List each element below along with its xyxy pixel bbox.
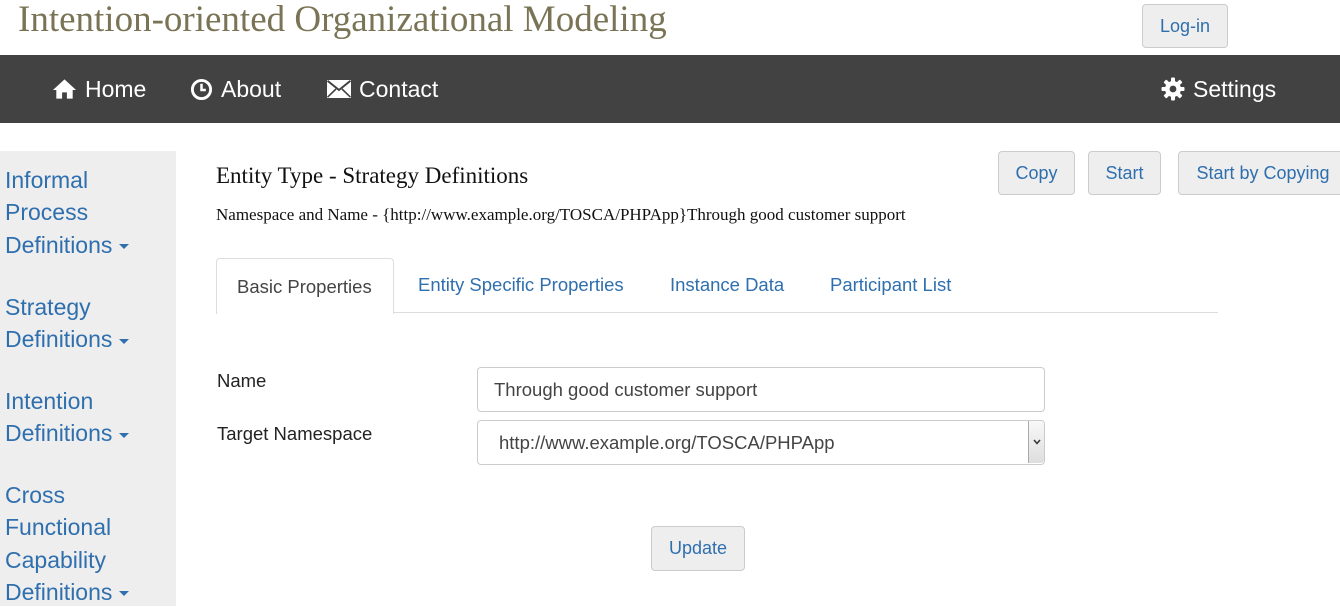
namespace-and-name: Namespace and Name - {http://www.example…: [216, 205, 906, 224]
chevron-down-icon: [119, 338, 130, 344]
home-icon: [52, 79, 77, 99]
tab-entity-specific-properties[interactable]: Entity Specific Properties: [418, 258, 624, 312]
page-title: Entity Type - Strategy Definitions: [216, 163, 529, 188]
gear-icon: [1161, 77, 1185, 101]
tab-participant-list[interactable]: Participant List: [830, 258, 951, 312]
chevron-down-icon: [119, 432, 130, 438]
nav-settings-label: Settings: [1193, 75, 1277, 102]
nav-about-label: About: [221, 75, 282, 102]
sidebar-item-informal-process-definitions[interactable]: Informal Process Definitions: [5, 164, 130, 261]
target-namespace-select[interactable]: http://www.example.org/TOSCA/PHPApp: [477, 420, 1045, 465]
sidebar-item-label: Definitions: [5, 420, 113, 447]
sidebar-item-cross-functional-capability-definitions[interactable]: Cross Functional Capability Definitions: [5, 479, 130, 608]
chevron-down-icon: [119, 244, 130, 250]
envelope-icon: [327, 80, 351, 98]
start-by-copying-button[interactable]: Start by Copying: [1178, 151, 1340, 195]
nav-contact-label: Contact: [359, 75, 439, 102]
sidebar-item-label: Functional: [5, 514, 112, 541]
tab-instance-data[interactable]: Instance Data: [670, 258, 784, 312]
target-namespace-value: http://www.example.org/TOSCA/PHPApp: [499, 431, 835, 453]
name-input[interactable]: Through good customer support: [477, 367, 1045, 412]
sidebar: Informal Process Definitions Strategy De…: [0, 151, 176, 606]
sidebar-item-label: Informal: [5, 167, 89, 193]
sidebar-item-label: Process: [5, 199, 89, 226]
target-namespace-label: Target Namespace: [217, 423, 373, 444]
nav-home[interactable]: Home: [52, 55, 146, 123]
login-button[interactable]: Log-in: [1142, 4, 1228, 48]
chevron-down-icon: [119, 591, 130, 597]
chevron-down-icon: [1032, 439, 1041, 445]
sidebar-item-label: Capability: [5, 546, 106, 573]
sidebar-item-label: Strategy: [5, 294, 91, 320]
name-label: Name: [217, 370, 267, 391]
update-button[interactable]: Update: [651, 526, 745, 571]
top-navbar: Home About Contact Settings: [0, 55, 1340, 123]
nav-contact[interactable]: Contact: [327, 55, 438, 123]
sidebar-item-label: Definitions: [5, 326, 113, 353]
nav-home-label: Home: [85, 75, 147, 102]
sidebar-item-label: Cross: [5, 482, 66, 508]
sidebar-item-label: Definitions: [5, 231, 113, 258]
sidebar-item-label: Intention: [5, 388, 94, 414]
tab-basic-properties[interactable]: Basic Properties: [216, 258, 394, 314]
app-title: Intention-oriented Organizational Modeli…: [18, 0, 667, 40]
copy-button[interactable]: Copy: [998, 151, 1075, 195]
sidebar-item-strategy-definitions[interactable]: Strategy Definitions: [5, 291, 130, 356]
start-button[interactable]: Start: [1088, 151, 1161, 195]
dropdown-arrow[interactable]: [1028, 421, 1044, 463]
nav-about[interactable]: About: [190, 55, 281, 123]
sidebar-item-label: Definitions: [5, 578, 113, 605]
clock-icon: [190, 78, 213, 100]
sidebar-item-intention-definitions[interactable]: Intention Definitions: [5, 385, 130, 450]
nav-settings[interactable]: Settings: [1161, 55, 1276, 123]
